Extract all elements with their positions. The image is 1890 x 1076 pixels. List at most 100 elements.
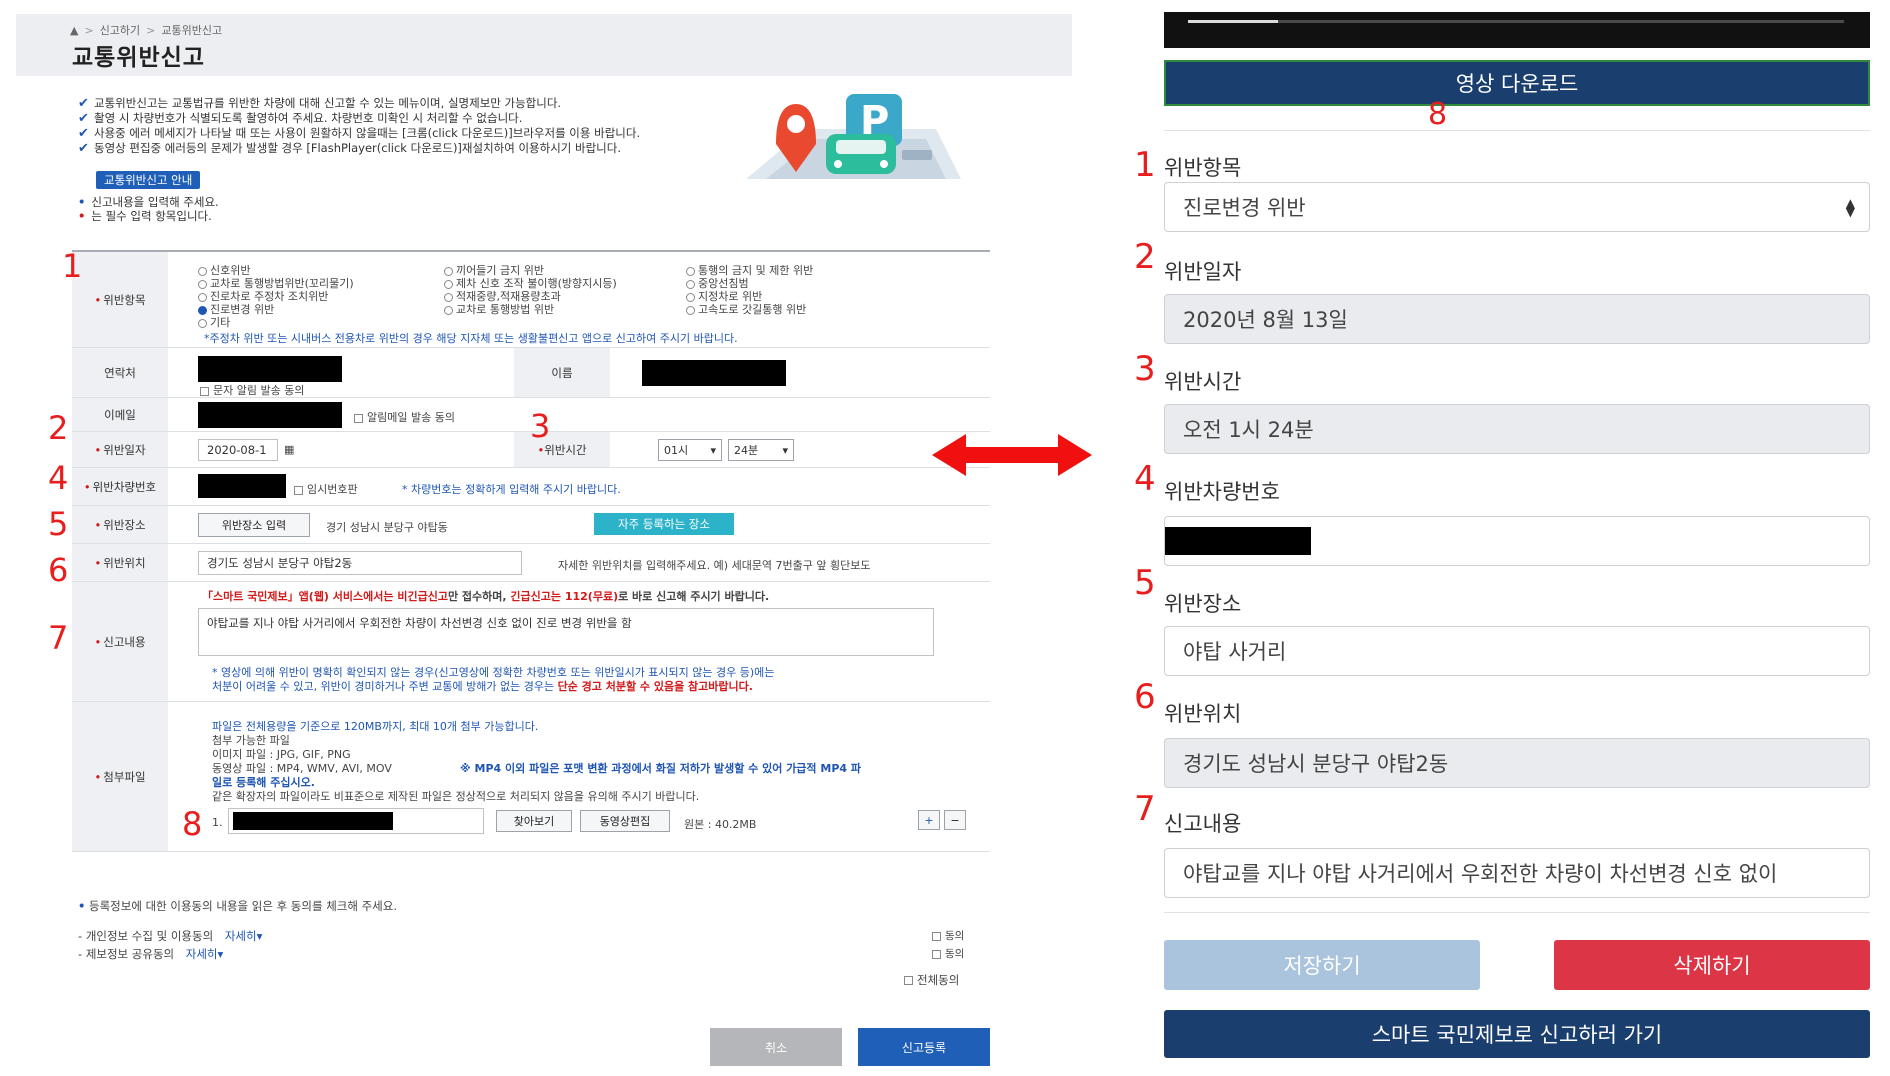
radio-button[interactable] <box>444 305 453 315</box>
video-seekbar[interactable] <box>1188 20 1844 23</box>
file-index: 1. <box>212 816 223 829</box>
violation-place-field[interactable]: 야탑 사거리 <box>1164 626 1870 676</box>
checkbox[interactable] <box>932 931 941 941</box>
browse-button[interactable]: 찾아보기 <box>496 810 572 832</box>
marker-2: 2 <box>1134 237 1156 277</box>
divider <box>1164 912 1870 913</box>
hour-select[interactable]: 01시 ▾ <box>658 439 722 461</box>
marker-6: 6 <box>48 551 69 589</box>
delete-button[interactable]: 삭제하기 <box>1554 940 1870 990</box>
video-progress <box>1188 20 1278 23</box>
home-icon[interactable]: ▲ <box>70 24 78 37</box>
breadcrumb-item[interactable]: 신고하기 <box>100 22 140 38</box>
row-plate: • 위반차량번호 임시번호판 * 차량번호는 정확하게 입력해 주시기 바랍니다. <box>72 468 990 506</box>
smart-report-button[interactable]: 스마트 국민제보로 신고하러 가기 <box>1164 1010 1870 1058</box>
double-arrow-icon <box>932 434 1092 476</box>
submit-report-button[interactable]: 신고등록 <box>858 1028 990 1066</box>
divider <box>1164 130 1870 131</box>
cancel-button[interactable]: 취소 <box>710 1028 842 1066</box>
violation-type-select[interactable]: 진로변경 위반 ▲ ▼ <box>1164 182 1870 232</box>
marker-5: 5 <box>1134 563 1156 603</box>
chevron-right-icon: > <box>146 23 156 37</box>
location-input[interactable]: 경기도 성남시 분당구 야탑2동 <box>198 551 522 575</box>
report-content-field[interactable]: 야탑교를 지나 야탑 사거리에서 우회전한 차량이 차선변경 신호 없이 <box>1164 848 1870 898</box>
details-link[interactable]: 자세히▾ <box>225 929 263 943</box>
agree-share-checkbox[interactable]: 동의 <box>932 946 964 961</box>
violation-option-label: 고속도로 갓길통행 위반 <box>698 303 807 316</box>
marker-4: 4 <box>1134 459 1156 499</box>
agree-all-checkbox[interactable]: 전체동의 <box>904 972 959 988</box>
hint-required: • 는 필수 입력 항목입니다. <box>78 209 212 223</box>
violation-option[interactable]: 고속도로 갓길통행 위반 <box>686 301 806 317</box>
name-input-redacted[interactable] <box>642 360 786 386</box>
report-textarea[interactable]: 야탑교를 지나 야탑 사거리에서 우회전한 차량이 차선변경 신호 없이 진로 … <box>198 608 934 656</box>
temp-plate-checkbox[interactable]: 임시번호판 <box>294 481 358 497</box>
marker-3: 3 <box>1134 349 1156 389</box>
place-value: 경기 성남시 분당구 야탑동 <box>326 521 448 534</box>
field-label: • 첨부파일 <box>72 702 168 851</box>
guide-button[interactable]: 교통위반신고 안내 <box>96 171 201 189</box>
agree-privacy-checkbox[interactable]: 동의 <box>932 928 964 943</box>
video-player[interactable] <box>1164 12 1870 48</box>
traffic-illustration-icon: P <box>746 94 961 179</box>
field-label: 이메일 <box>72 398 168 431</box>
calendar-icon[interactable]: ▦ <box>284 443 294 456</box>
plate-note: * 차량번호는 정확하게 입력해 주시기 바랍니다. <box>402 483 621 496</box>
checkbox[interactable] <box>294 485 303 495</box>
mobile-report-view: 영상 다운로드 8 위반항목 진로변경 위반 ▲ ▼ 위반일자 2020년 8월 1… <box>1156 0 1876 1076</box>
bullet-icon: • <box>78 195 86 209</box>
violation-location-field: 경기도 성남시 분당구 야탑2동 <box>1164 738 1870 788</box>
violation-note: *주정차 위반 또는 시내버스 전용차로 위반의 경우 해당 지자체 또는 생활… <box>204 332 738 345</box>
breadcrumb-item[interactable]: 교통위반신고 <box>161 22 222 38</box>
place-input-button[interactable]: 위반장소 입력 <box>198 513 310 537</box>
remove-file-button[interactable]: − <box>944 810 966 830</box>
field-label: • 위반항목 <box>72 252 168 347</box>
violation-option-label: 교차로 통행방법 위반 <box>456 303 555 316</box>
field-label: • 위반시간 <box>514 432 610 467</box>
violation-option[interactable]: 교차로 통행방법 위반 <box>444 301 554 317</box>
email-consent[interactable]: 알림메일 발송 동의 <box>354 409 455 425</box>
checkbox[interactable] <box>200 386 209 396</box>
plate-input-redacted[interactable] <box>198 474 286 498</box>
marker-4: 4 <box>48 459 69 497</box>
notice-item[interactable]: ✔ 사용중 에러 메세지가 나타날 때 또는 사용이 원활하지 않을때는 [크롬(… <box>78 126 838 141</box>
row-violation-type: • 위반항목 신호위반 끼어들기 금지 위반 통행의 금지 및 제한 위반 교차로 통행… <box>72 252 990 348</box>
page-header: ▲ > 신고하기 > 교통위반신고 교통위반신고 <box>16 14 1072 76</box>
email-input-redacted[interactable] <box>198 402 342 428</box>
contact-input-redacted[interactable] <box>198 356 342 382</box>
checkbox[interactable] <box>932 949 941 959</box>
desktop-report-form: ▲ > 신고하기 > 교통위반신고 교통위반신고 ✔ 교통위반신고는 교통법규를 … <box>16 14 1072 1076</box>
field-label: 위반위치 <box>1164 702 1242 726</box>
checkbox[interactable] <box>904 976 913 985</box>
check-icon: ✔ <box>78 126 89 141</box>
marker-5: 5 <box>48 505 69 543</box>
check-icon: ✔ <box>78 141 89 156</box>
checkbox[interactable] <box>354 413 363 423</box>
add-file-button[interactable]: + <box>918 810 940 830</box>
plate-number-field[interactable] <box>1164 516 1870 566</box>
notice-item[interactable]: ✔ 동영상 편집중 에러등의 문제가 발생할 경우 [FlashPlayer(cl… <box>78 141 838 156</box>
sms-consent[interactable]: 문자 알림 발송 동의 <box>200 382 304 398</box>
file-name-field[interactable] <box>228 808 484 834</box>
violation-date-field: 2020년 8월 13일 <box>1164 294 1870 344</box>
consent-hint: • 등록정보에 대한 이용동의 내용을 읽은 후 동의를 체크해 주세요. <box>78 899 397 913</box>
video-edit-button[interactable]: 동영상편집 <box>580 810 670 832</box>
minute-select[interactable]: 24분 ▾ <box>728 439 794 461</box>
date-input[interactable]: 2020-08-1 <box>198 439 278 461</box>
save-button[interactable]: 저장하기 <box>1164 940 1480 990</box>
radio-button[interactable] <box>686 305 695 315</box>
field-label: 위반항목 <box>1164 156 1242 180</box>
frequent-place-button[interactable]: 자주 등록하는 장소 <box>594 513 734 535</box>
field-label: 위반차량번호 <box>1164 480 1280 504</box>
violation-option[interactable]: 기타 <box>198 314 230 330</box>
row-contact: 연락처 문자 알림 발송 동의 이름 <box>72 348 990 398</box>
details-link[interactable]: 자세히▾ <box>186 947 224 961</box>
video-download-button[interactable]: 영상 다운로드 <box>1164 60 1870 106</box>
marker-1: 1 <box>62 247 83 285</box>
select-caret-icon: ▲ ▼ <box>1845 196 1855 219</box>
notice-item: ✔ 촬영 시 차량번호가 식별되도록 촬영하여 주세요. 차량번호 미확인 시 처… <box>78 111 523 126</box>
attach-line: 같은 확장자의 파일이라도 비표준으로 제작된 파일은 정상적으로 처리되지 않… <box>212 790 700 803</box>
report-form-table: • 위반항목 신호위반 끼어들기 금지 위반 통행의 금지 및 제한 위반 교차로 통행… <box>72 250 990 852</box>
notice-item: ✔ 교통위반신고는 교통법규를 위반한 차량에 대해 신고할 수 있는 메뉴이며,… <box>78 96 562 111</box>
radio-button[interactable] <box>198 318 207 328</box>
